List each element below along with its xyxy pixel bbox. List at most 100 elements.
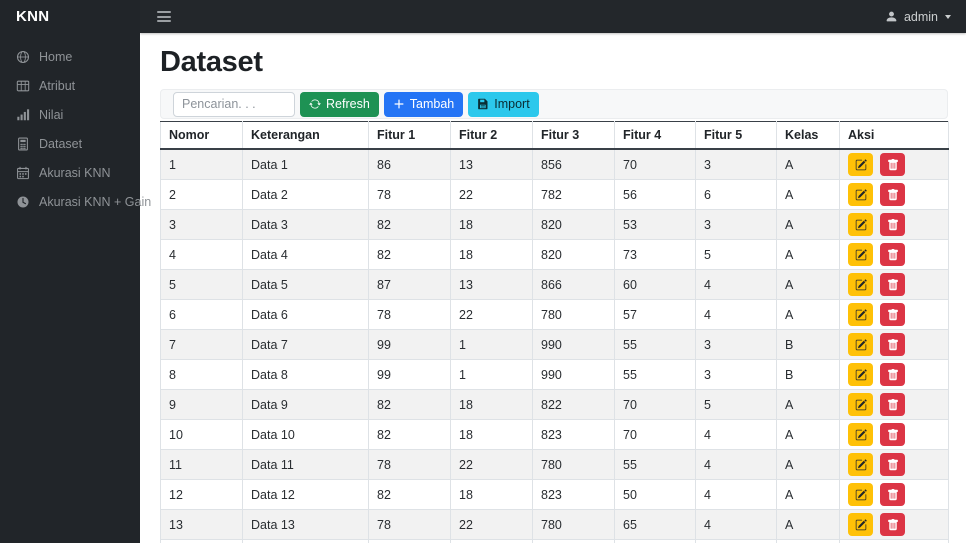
sidebar-item-akurasi-knn[interactable]: Akurasi KNN: [0, 158, 140, 187]
cell-nomor: 9: [160, 389, 243, 420]
cell-nomor: 2: [160, 179, 243, 210]
sidebar-nav: Home Atribut Nilai Dataset Akurasi KNN A…: [0, 42, 151, 216]
delete-button[interactable]: [880, 483, 906, 506]
sidebar-item-label: Akurasi KNN + Gain: [39, 194, 152, 209]
cell-fitur-3: 866: [532, 269, 615, 300]
trash-icon: [888, 188, 898, 200]
cell-fitur-4: 57: [614, 299, 696, 330]
calculator-icon: [18, 137, 28, 150]
cell-aksi: [839, 479, 949, 510]
cell-kelas: A: [776, 389, 840, 420]
cell-fitur-2: 22: [450, 449, 533, 480]
cell-fitur-1: 82: [368, 419, 451, 450]
edit-pencil-icon: [855, 158, 867, 170]
edit-button[interactable]: [848, 453, 873, 476]
clock-icon: [17, 195, 29, 208]
delete-button[interactable]: [880, 363, 906, 386]
edit-button[interactable]: [848, 303, 873, 326]
trash-icon: [888, 458, 898, 470]
sidebar-item-label: Akurasi KNN: [39, 165, 111, 180]
cell-fitur-4: 65: [614, 509, 696, 540]
cell-fitur-5: 5: [695, 239, 777, 270]
table-row: 7 Data 7 99 1 990 55 3 B: [160, 329, 949, 360]
main-content: Dataset Refresh Tambah Import: [140, 33, 966, 543]
edit-button[interactable]: [848, 393, 873, 416]
edit-button[interactable]: [848, 483, 873, 506]
cell-kelas: A: [776, 148, 840, 180]
cell-kelas: A: [776, 299, 840, 330]
tambah-button-label: Tambah: [409, 97, 455, 111]
delete-button[interactable]: [880, 423, 906, 446]
cell-fitur-4: 60: [614, 269, 696, 300]
edit-button[interactable]: [848, 273, 873, 296]
trash-icon: [888, 338, 898, 350]
delete-button[interactable]: [880, 153, 906, 176]
hamburger-menu-icon[interactable]: [155, 7, 173, 26]
delete-button[interactable]: [880, 453, 906, 476]
delete-button[interactable]: [880, 213, 906, 236]
edit-pencil-icon: [855, 428, 867, 440]
delete-button[interactable]: [880, 513, 906, 536]
cell-keterangan: Data 7: [242, 329, 369, 360]
edit-button[interactable]: [848, 243, 873, 266]
sidebar-item-atribut[interactable]: Atribut: [0, 71, 140, 100]
sidebar-item-label: Atribut: [39, 78, 76, 93]
toolbar: Refresh Tambah Import: [160, 89, 948, 119]
cell-fitur-2: 22: [450, 179, 533, 210]
edit-button[interactable]: [848, 423, 873, 446]
table-row: 11 Data 11 78 22 780 55 4 A: [160, 449, 949, 480]
table-row: 14Data 149022900503A: [160, 539, 949, 543]
delete-button[interactable]: [880, 183, 906, 206]
edit-button[interactable]: [848, 153, 873, 176]
cell-aksi: [839, 209, 949, 240]
cell-aksi: [839, 419, 949, 450]
sidebar-item-label: Nilai: [39, 107, 64, 122]
sidebar-item-home[interactable]: Home: [0, 42, 140, 71]
cell-kelas: B: [776, 329, 840, 360]
user-menu[interactable]: admin: [885, 10, 951, 24]
search-input[interactable]: [173, 91, 295, 117]
sidebar-item-akurasi-knn-gain[interactable]: Akurasi KNN + Gain: [0, 187, 151, 216]
cell-fitur-4: 50: [614, 539, 696, 543]
cell-nomor: 3: [160, 209, 243, 240]
cell-fitur-3: 823: [532, 419, 615, 450]
delete-button[interactable]: [880, 273, 906, 296]
cell-fitur-5: 3: [695, 329, 777, 360]
edit-button[interactable]: [848, 513, 873, 536]
cell-aksi: [839, 179, 949, 210]
refresh-button[interactable]: Refresh: [300, 91, 379, 117]
cell-fitur-1: 82: [368, 209, 451, 240]
delete-button[interactable]: [880, 303, 906, 326]
trash-icon: [888, 248, 898, 260]
edit-pencil-icon: [855, 398, 867, 410]
trash-icon: [888, 428, 898, 440]
cell-aksi: [839, 389, 949, 420]
delete-button[interactable]: [880, 393, 906, 416]
cell-keterangan: Data 10: [242, 419, 369, 450]
delete-button[interactable]: [880, 243, 906, 266]
table-row: 5 Data 5 87 13 866 60 4 A: [160, 269, 949, 300]
import-button[interactable]: Import: [468, 91, 539, 117]
cell-aksi: [839, 509, 949, 540]
edit-button[interactable]: [848, 333, 873, 356]
sidebar-item-dataset[interactable]: Dataset: [0, 129, 140, 158]
cell-fitur-4: 55: [614, 359, 696, 390]
cell-fitur-2: 18: [450, 479, 533, 510]
column-header-aksi: Aksi: [839, 121, 949, 150]
cell-aksi: [839, 539, 949, 543]
cell-keterangan: Data 1: [242, 148, 369, 180]
delete-button[interactable]: [880, 333, 906, 356]
cell-nomor: 6: [160, 299, 243, 330]
sidebar-item-label: Dataset: [39, 136, 83, 151]
cell-keterangan: Data 6: [242, 299, 369, 330]
cell-kelas: A: [776, 449, 840, 480]
cell-kelas: A: [776, 179, 840, 210]
tambah-button[interactable]: Tambah: [383, 91, 464, 117]
edit-button[interactable]: [848, 183, 873, 206]
sidebar-item-nilai[interactable]: Nilai: [0, 100, 140, 129]
table-row: 9 Data 9 82 18 822 70 5 A: [160, 389, 949, 420]
edit-pencil-icon: [855, 458, 867, 470]
refresh-icon: [309, 99, 321, 109]
edit-button[interactable]: [848, 213, 873, 236]
edit-button[interactable]: [848, 363, 873, 386]
